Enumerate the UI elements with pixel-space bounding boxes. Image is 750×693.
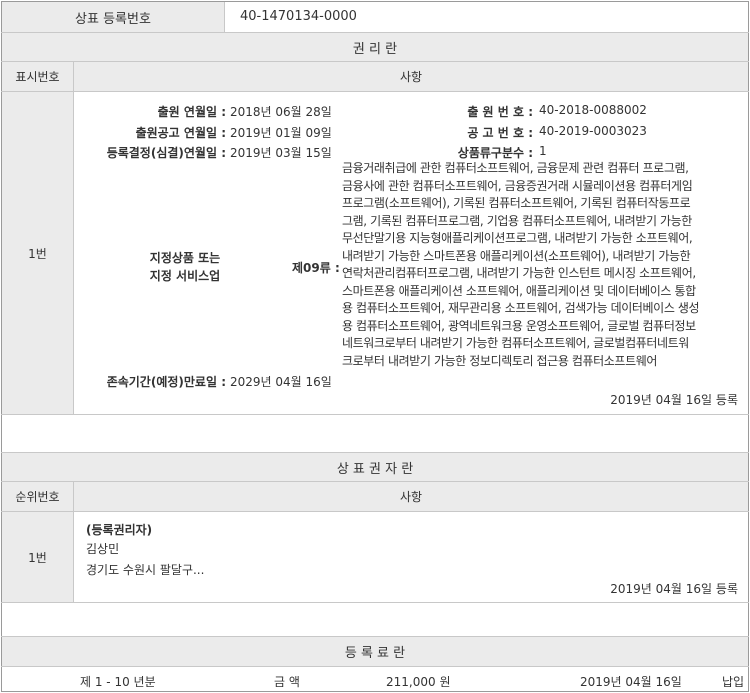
goods-line: 스마트폰용 애플리케이션 소프트웨어, 애플리케이션 및 데이터베이스 통합 <box>342 283 696 298</box>
goods-line: 프로그램(소프트웨어), 기록된 컴퓨터소프트웨어, 기록된 컴퓨터작동프로 <box>342 196 691 210</box>
class-label: 제09류 : <box>292 261 340 275</box>
expiry-label: 존속기간(예정)만료일 : <box>106 375 226 389</box>
pub-date-value: 2019년 01월 09일 <box>230 126 332 140</box>
fee-title-text: 등 록 료 란 <box>344 646 406 661</box>
owner-col-item-text: 사항 <box>399 490 423 504</box>
app-no-value: 40-2018-0088002 <box>539 103 647 117</box>
rights-section-title: 권 리 란 <box>2 33 748 61</box>
divider <box>224 2 225 32</box>
reg-date-label: 등록결정(심결)연월일 : <box>106 146 226 160</box>
class-count-value: 1 <box>539 144 547 158</box>
owner-section-title: 상 표 권 자 란 <box>2 453 748 481</box>
pub-date-label: 출원공고 연월일 : <box>135 126 226 140</box>
pub-no-label: 공 고 번 호 : <box>467 126 533 140</box>
owner-row-number: 1번 <box>28 550 47 565</box>
pub-no-value: 40-2019-0003023 <box>539 124 647 138</box>
divider <box>1 91 749 92</box>
reg-date-value: 2019년 03월 15일 <box>230 146 332 160</box>
goods-line: 내려받기 가능한 스마트폰용 애플리케이션(소프트웨어), 내려받기 가능한 <box>342 248 691 263</box>
owner-row-number-cell: 1번 <box>2 512 73 602</box>
expiry-value: 2029년 04월 16일 <box>230 375 332 389</box>
owner-title-text: 상 표 권 자 란 <box>336 461 414 477</box>
app-no-label: 출 원 번 호 : <box>467 105 533 119</box>
fee-status: 납입 <box>722 675 745 689</box>
goods-label-line2: 지정 서비스업 <box>149 269 221 283</box>
rights-col-no-header: 표시번호 <box>2 62 73 91</box>
rights-col-no-text: 표시번호 <box>15 70 60 84</box>
goods-line: 금융사에 관한 컴퓨터소프트웨어, 금융증권거래 시뮬레이션용 컴퓨터게임 <box>342 178 693 193</box>
divider <box>1 602 749 603</box>
fee-period: 제 1 - 10 년분 <box>80 675 156 689</box>
goods-line: 크로부터 내려받기 가능한 정보디렉토리 접근용 컴퓨터소프트웨어 <box>342 353 657 368</box>
class-count-label: 상품류구분수 : <box>457 146 533 160</box>
goods-line: 네트워크로부터 내려받기 가능한 컴퓨터소프트웨어, 글로벌컴퓨터네트워 <box>342 336 689 350</box>
app-date-value: 2018년 06월 28일 <box>230 105 332 119</box>
fee-section-title: 등 록 료 란 <box>2 637 748 666</box>
goods-line: 용 컴퓨터소프트웨어, 재무관리용 소프트웨어, 검색가능 데이터베이스 생성 <box>342 301 700 315</box>
rights-col-item-text: 사항 <box>399 70 423 84</box>
divider <box>73 62 74 414</box>
fee-date: 2019년 04월 16일 <box>580 675 682 689</box>
divider <box>73 482 74 602</box>
owner-name: 김상민 <box>86 542 120 556</box>
goods-label-line1: 지정상품 또는 <box>149 251 221 265</box>
goods-line: 용 컴퓨터소프트웨어, 광역네트워크용 운영소프트웨어, 글로벌 컴퓨터정보 <box>342 318 696 333</box>
divider <box>1 414 749 415</box>
fee-amount-label: 금 액 <box>274 675 300 689</box>
divider <box>1 666 749 667</box>
goods-line: 연락처관리컴퓨터프로그램, 내려받기 가능한 인스턴트 메시징 소프트웨어, <box>342 266 696 280</box>
owner-address: 경기도 수원시 팔달구... <box>86 563 205 577</box>
rights-row-number-cell: 1번 <box>2 92 73 414</box>
owner-footer-date: 2019년 04월 16일 등록 <box>610 582 738 596</box>
app-date-label: 출원 연월일 : <box>157 105 226 119</box>
reg-number-value: 40-1470134-0000 <box>240 9 357 24</box>
rights-row-number: 1번 <box>28 246 47 261</box>
owner-col-item-header: 사항 <box>74 482 748 511</box>
rights-col-item-header: 사항 <box>74 62 748 91</box>
owner-col-no-text: 순위번호 <box>15 490 60 504</box>
goods-line: 무선단말기용 지능형애플리케이션프로그램, 내려받기 가능한 소프트웨어, <box>342 231 693 245</box>
owner-type: (등록권리자) <box>86 523 153 537</box>
rights-title-text: 권 리 란 <box>352 41 398 57</box>
goods-line: 금융거래취급에 관한 컴퓨터소프트웨어, 금융문제 관련 컴퓨터 프로그램, <box>342 161 689 175</box>
owner-col-no-header: 순위번호 <box>2 482 73 511</box>
goods-line: 그램, 기록된 컴퓨터프로그램, 기업용 컴퓨터소프트웨어, 내려받기 가능한 <box>342 213 692 228</box>
rights-footer-date: 2019년 04월 16일 등록 <box>610 393 738 407</box>
divider <box>1 511 749 512</box>
reg-number-label-cell: 상표 등록번호 <box>2 2 224 32</box>
fee-amount: 211,000 원 <box>386 675 451 689</box>
reg-number-label: 상표 등록번호 <box>75 11 151 27</box>
